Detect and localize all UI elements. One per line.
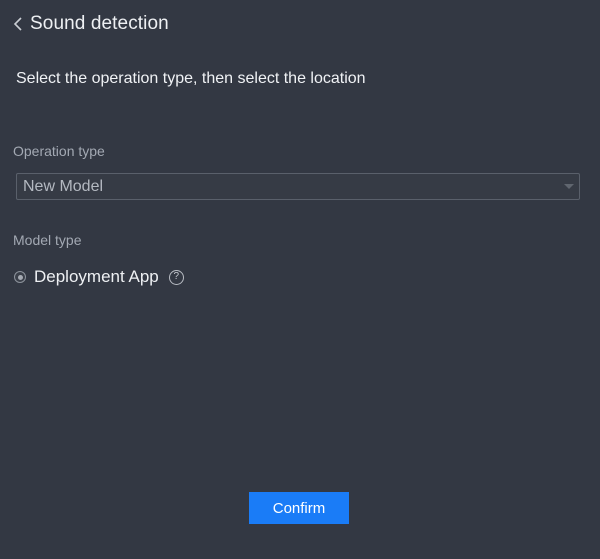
page-title: Sound detection	[30, 13, 169, 34]
help-icon[interactable]: ?	[168, 269, 184, 285]
radio-selected-dot	[17, 274, 23, 280]
dropdown-arrow-icon[interactable]	[564, 184, 574, 189]
instruction-text: Select the operation type, then select t…	[16, 70, 366, 87]
chevron-left-icon[interactable]	[10, 16, 26, 32]
model-type-option[interactable]: Deployment App ?	[14, 266, 184, 288]
operation-type-value: New Model	[23, 177, 104, 195]
model-type-label: Model type	[13, 232, 82, 248]
confirm-button[interactable]: Confirm	[249, 492, 349, 524]
operation-type-label: Operation type	[13, 143, 105, 159]
deployment-app-radio[interactable]	[14, 271, 26, 283]
operation-type-select[interactable]: New Model	[16, 173, 580, 200]
back-header[interactable]: Sound detection	[10, 10, 169, 38]
deployment-app-label[interactable]: Deployment App	[34, 267, 159, 287]
